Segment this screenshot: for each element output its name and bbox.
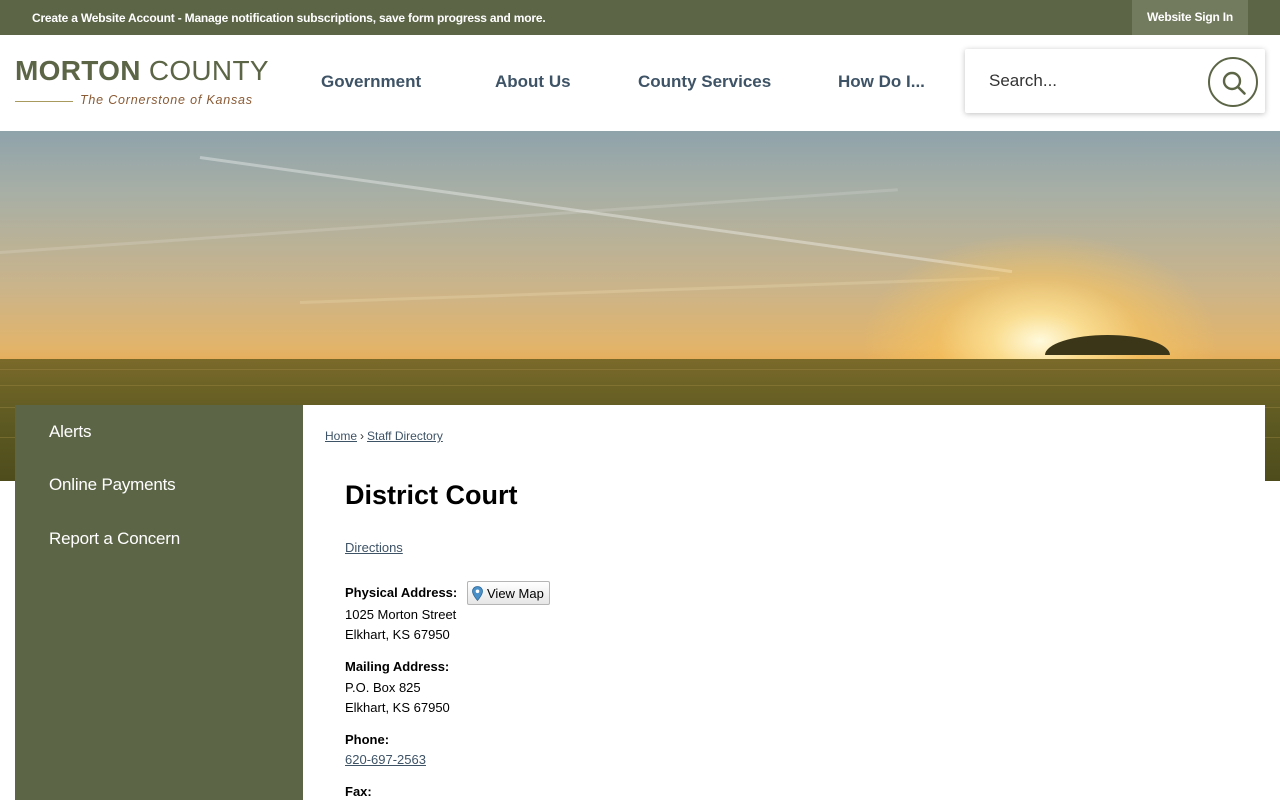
website-sign-in-button[interactable]: Website Sign In — [1132, 0, 1248, 35]
create-account-link[interactable]: Create a Website Account - Manage notifi… — [32, 11, 546, 25]
mailing-address-line2: Elkhart, KS 67950 — [345, 700, 450, 715]
nav-about-us[interactable]: About Us — [495, 72, 571, 92]
nav-how-do-i[interactable]: How Do I... — [838, 72, 925, 92]
utility-bar: Create a Website Account - Manage notifi… — [0, 0, 1280, 35]
mailing-address-line1: P.O. Box 825 — [345, 680, 421, 695]
breadcrumb-separator: › — [360, 429, 365, 443]
breadcrumb-staff-directory[interactable]: Staff Directory — [367, 429, 443, 443]
nav-county-services[interactable]: County Services — [638, 72, 771, 92]
cloud-streak — [0, 188, 898, 254]
phone-label: Phone: — [345, 732, 390, 747]
breadcrumb: Home › Staff Directory — [325, 429, 443, 443]
view-map-label: View Map — [487, 586, 544, 601]
physical-address-line1: 1025 Morton Street — [345, 607, 457, 622]
sidebar-item-alerts[interactable]: Alerts — [49, 422, 91, 442]
mailing-address-label: Mailing Address: — [345, 659, 450, 674]
search-button[interactable] — [1208, 57, 1258, 107]
view-map-button[interactable]: View Map — [467, 581, 550, 605]
sidebar: Alerts Online Payments Report a Concern — [15, 405, 303, 800]
main-content: Home › Staff Directory District Court Dire… — [303, 405, 1265, 800]
map-pin-icon — [472, 586, 483, 601]
county-logo[interactable]: MORTON COUNTY The Cornerstone of Kansas — [15, 55, 269, 115]
logo-divider — [15, 101, 73, 102]
breadcrumb-home[interactable]: Home — [325, 429, 357, 443]
search-box — [965, 49, 1265, 113]
phone-link[interactable]: 620-697-2563 — [345, 752, 426, 767]
fax-label: Fax: — [345, 784, 372, 799]
sidebar-item-report-a-concern[interactable]: Report a Concern — [49, 529, 180, 549]
logo-tagline-row: The Cornerstone of Kansas — [15, 93, 267, 109]
site-header: MORTON COUNTY The Cornerstone of Kansas … — [0, 35, 1280, 131]
logo-tagline: The Cornerstone of Kansas — [80, 93, 253, 107]
directions-link[interactable]: Directions — [345, 540, 403, 555]
search-icon — [1222, 71, 1246, 95]
field-row — [0, 385, 1280, 386]
search-input[interactable] — [989, 69, 1189, 93]
sidebar-item-online-payments[interactable]: Online Payments — [49, 475, 176, 495]
create-account-description: - Manage notification subscriptions, sav… — [174, 11, 546, 25]
physical-address-label: Physical Address: — [345, 585, 458, 600]
nav-government[interactable]: Government — [321, 72, 421, 92]
create-account-label: Create a Website Account — [32, 11, 175, 25]
page-title: District Court — [345, 480, 518, 510]
field-row — [0, 369, 1280, 370]
physical-address-line2: Elkhart, KS 67950 — [345, 627, 450, 642]
logo-name: MORTON COUNTY — [15, 55, 269, 86]
